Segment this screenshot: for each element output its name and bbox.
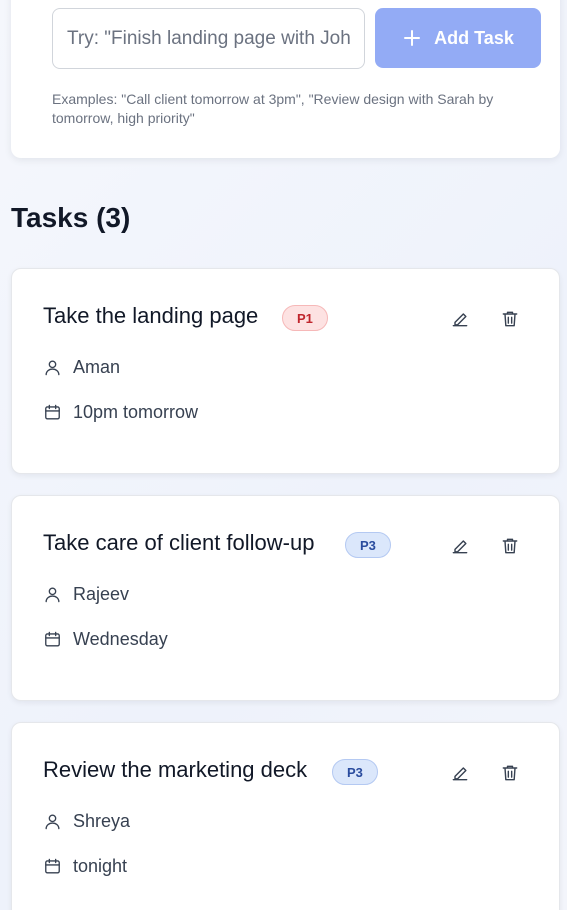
add-task-label: Add Task <box>434 27 514 48</box>
task-title: Review the marketing deck <box>43 757 308 782</box>
task-assignee: Rajeev <box>73 584 130 604</box>
task-title: Take the landing page <box>43 303 259 328</box>
delete-task-button[interactable] <box>498 761 522 785</box>
calendar-icon <box>45 631 60 647</box>
calendar-icon <box>45 404 60 420</box>
task-assignee: Aman <box>73 357 121 377</box>
user-icon <box>45 587 60 603</box>
edit-task-button[interactable] <box>448 534 472 558</box>
task-title: Take care of client follow-up <box>43 530 315 555</box>
user-icon <box>45 360 60 376</box>
task-due-row: 10pm tomorrow <box>43 402 198 423</box>
trash-icon <box>502 538 518 554</box>
task-due-row: Wednesday <box>43 629 168 650</box>
edit-task-button[interactable] <box>448 761 472 785</box>
edit-task-button[interactable] <box>448 307 472 331</box>
priority-badge: P3 <box>345 532 391 558</box>
add-task-button[interactable]: Add Task <box>375 8 541 68</box>
task-assignee: Shreya <box>73 811 131 831</box>
task-composer-card: Add Task Examples: "Call client tomorrow… <box>11 0 560 158</box>
tasks-heading: Tasks (3) <box>11 202 131 233</box>
app-root: Add Task Examples: "Call client tomorrow… <box>0 0 567 910</box>
pencil-icon <box>452 767 468 781</box>
user-icon <box>45 814 60 830</box>
pencil-icon <box>452 540 468 554</box>
delete-task-button[interactable] <box>498 307 522 331</box>
composer-body: Add Task Examples: "Call client tomorrow… <box>11 0 560 158</box>
plus-icon <box>404 30 421 46</box>
task-assignee-row: Aman <box>43 357 120 378</box>
task-assignee-row: Rajeev <box>43 584 129 605</box>
trash-icon <box>502 311 518 327</box>
task-due: Wednesday <box>73 629 168 649</box>
delete-task-button[interactable] <box>498 534 522 558</box>
pencil-icon <box>452 313 468 327</box>
task-due: 10pm tomorrow <box>73 402 199 422</box>
priority-badge: P1 <box>282 305 328 331</box>
task-card: Take care of client follow-up P3 Rajeev <box>11 495 560 701</box>
task-card: Take the landing page P1 Aman 10pm tomor… <box>11 268 560 474</box>
priority-badge: P3 <box>332 759 378 785</box>
examples-hint: Examples: "Call client tomorrow at 3pm",… <box>52 91 494 126</box>
task-input[interactable] <box>52 8 365 69</box>
task-assignee-row: Shreya <box>43 811 130 832</box>
task-due: tonight <box>73 856 128 876</box>
task-due-row: tonight <box>43 856 127 877</box>
calendar-icon <box>45 858 60 874</box>
trash-icon <box>502 765 518 781</box>
task-card: Review the marketing deck P3 Shreya toni… <box>11 722 560 910</box>
